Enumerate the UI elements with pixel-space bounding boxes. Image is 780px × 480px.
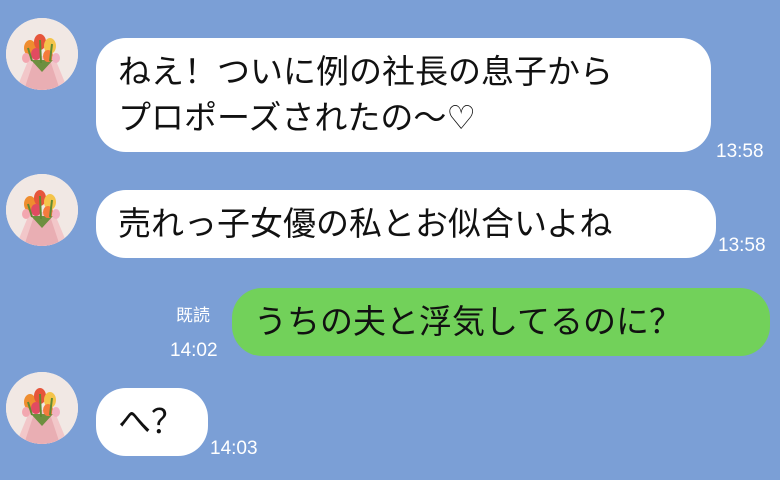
message-bubble-received[interactable]: ねえ！ついに例の社長の息子から プロポーズされたの〜♡: [96, 38, 711, 152]
contact-avatar[interactable]: [6, 18, 78, 90]
message-line: うちの夫と浮気してるのに？: [254, 302, 683, 341]
message-time: 13:58: [716, 141, 764, 162]
contact-avatar[interactable]: [6, 174, 78, 246]
message-line: ねえ！ついに例の社長の息子から: [118, 52, 613, 91]
bouquet-avatar-icon: [6, 372, 78, 444]
message-bubble-received[interactable]: 売れっ子女優の私とお似合いよね: [96, 190, 716, 258]
message-line: 売れっ子女優の私とお似合いよね: [118, 204, 613, 243]
bouquet-avatar-icon: [6, 18, 78, 90]
message-time: 14:03: [210, 438, 258, 459]
message-time: 14:02: [170, 340, 218, 361]
message-time: 13:58: [718, 235, 766, 256]
message-line: プロポーズされたの〜♡: [118, 98, 476, 137]
contact-avatar[interactable]: [6, 372, 78, 444]
message-bubble-received[interactable]: へ？: [96, 388, 208, 456]
bouquet-avatar-icon: [6, 174, 78, 246]
read-receipt: 既読: [176, 306, 210, 326]
message-line: へ？: [118, 402, 184, 441]
message-bubble-sent[interactable]: うちの夫と浮気してるのに？: [232, 288, 770, 356]
